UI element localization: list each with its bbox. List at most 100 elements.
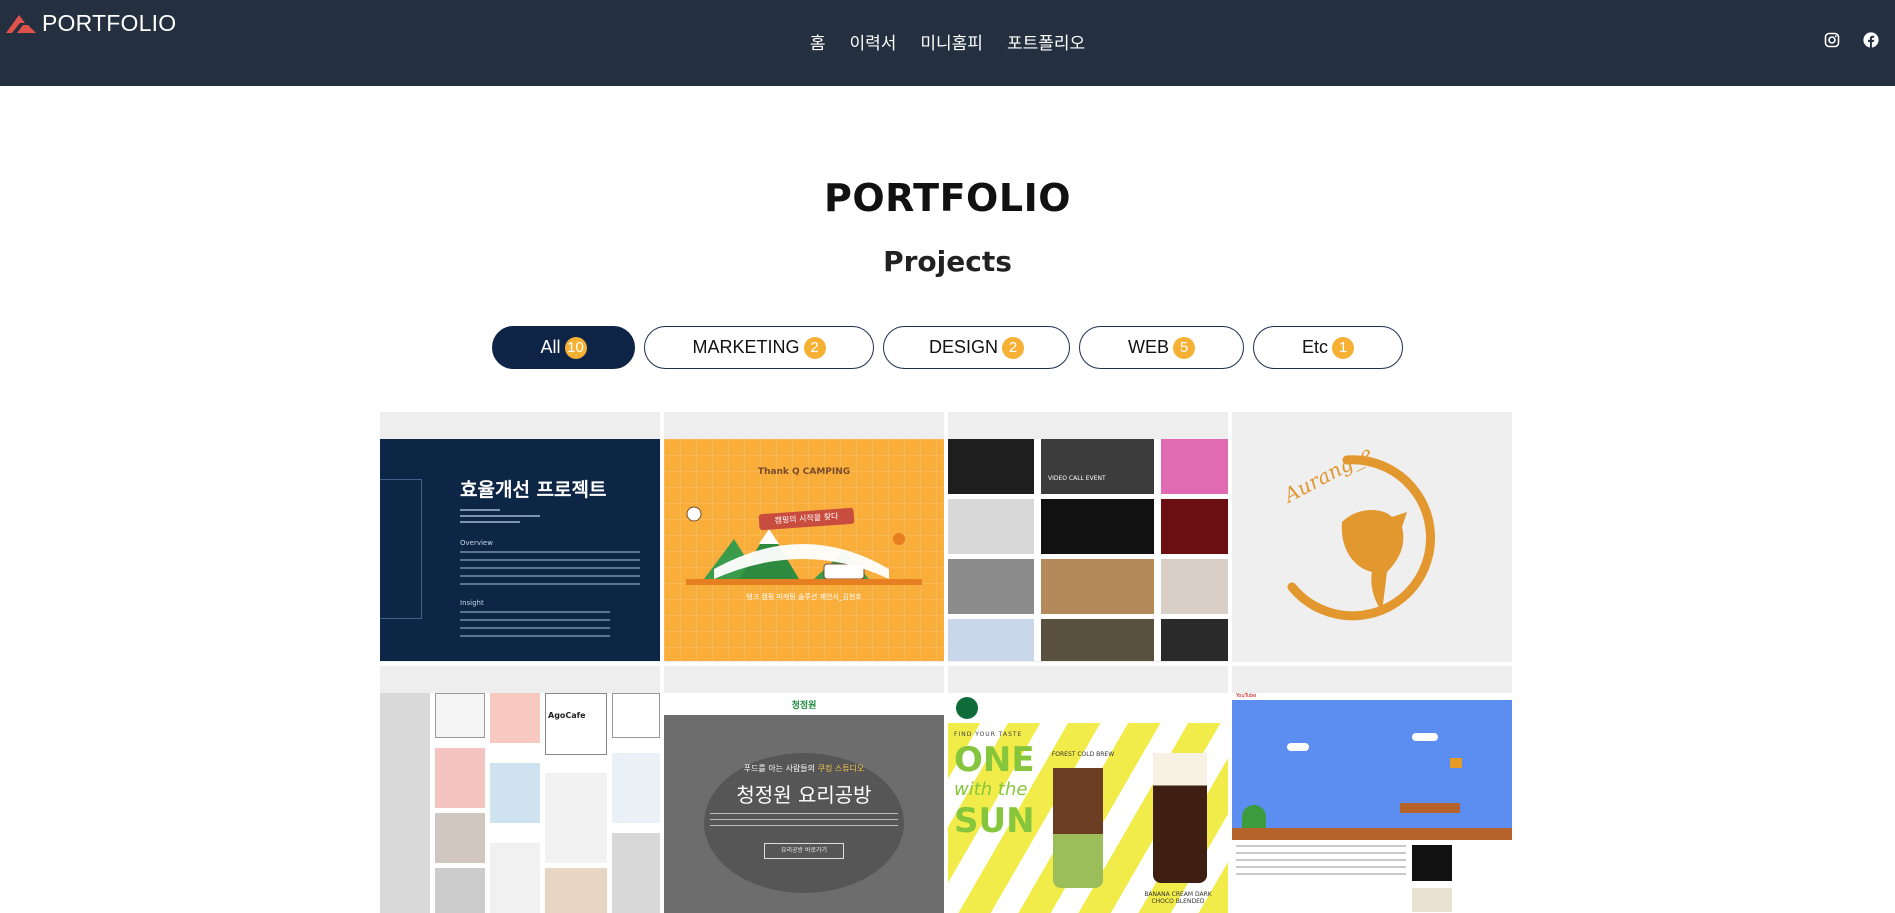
hill xyxy=(1242,805,1266,828)
photo-tile xyxy=(435,693,485,738)
nav-resume[interactable]: 이력서 xyxy=(849,29,896,54)
facebook-icon[interactable] xyxy=(1863,32,1879,48)
photo-tile xyxy=(612,833,660,913)
poster-tile xyxy=(1161,619,1228,661)
filter-label: DESIGN xyxy=(928,337,998,357)
project-card-starbucks[interactable]: FIND YOUR TASTE ONE with the SUN FOREST … xyxy=(948,666,1228,913)
filter-label: Etc xyxy=(1301,337,1328,357)
project-card-agocafe[interactable]: AgoCafe xyxy=(380,666,660,913)
headline-line-2: with the xyxy=(954,779,1028,800)
social-links xyxy=(1824,32,1879,48)
nav-portfolio[interactable]: 포트폴리오 xyxy=(1007,29,1085,54)
project-card-efficiency[interactable]: 효율개선 프로젝트 Overview Insight xyxy=(380,412,660,662)
project-thumbnail: AgoCafe xyxy=(380,693,660,913)
project-card-logo[interactable]: Aurang_e xyxy=(1232,412,1512,662)
project-thumbnail: VIDEO CALL EVENT xyxy=(948,439,1228,661)
tagline-highlight: 쿠킹 스튜디오 xyxy=(817,764,865,773)
brand-name: 청정원 xyxy=(791,701,817,711)
photo-tile xyxy=(435,813,485,863)
drink-cup xyxy=(1053,768,1103,888)
page-title: PORTFOLIO xyxy=(823,176,1072,220)
poster-tile xyxy=(948,559,1034,614)
filter-all[interactable]: All 10 xyxy=(492,326,635,369)
photo-tile xyxy=(545,693,607,755)
brick-row xyxy=(1400,803,1460,813)
filter-web[interactable]: WEB 5 xyxy=(1079,326,1244,369)
project-thumbnail: Thank Q CAMPING 캠핑의 시작을 찾다 탱크 캠핑 마케팅 솔루션… xyxy=(664,439,944,661)
cloud xyxy=(1412,733,1438,741)
filter-bar: All 10 MARKETING 2 DESIGN 2 WEB 5 Etc 1 xyxy=(492,326,1403,369)
project-caption: 탱크 캠핑 마케팅 솔루션 제안서_김현호 xyxy=(746,593,862,601)
instagram-icon[interactable] xyxy=(1824,32,1840,48)
filter-design[interactable]: DESIGN 2 xyxy=(883,326,1070,369)
project-heading: 청정원 요리공방 xyxy=(736,783,872,807)
game-screen xyxy=(1232,700,1512,840)
divider xyxy=(460,521,520,523)
count-badge: 5 xyxy=(1173,336,1195,359)
project-card-cheongjeongwon[interactable]: 청정원 푸드를 아는 사람들의 쿠킹 스튜디오 청정원 요리공방 요리공방 바로… xyxy=(664,666,944,913)
tagline: 푸드를 아는 사람들의 쿠킹 스튜디오 xyxy=(664,763,944,774)
filter-etc[interactable]: Etc 1 xyxy=(1253,326,1403,369)
related-thumbnail xyxy=(1412,888,1452,912)
photo-tile xyxy=(545,773,607,863)
project-thumbnail: 청정원 푸드를 아는 사람들의 쿠킹 스튜디오 청정원 요리공방 요리공방 바로… xyxy=(664,693,944,913)
product-label: BANANA CREAM DARK CHOCO BLENDED xyxy=(1144,891,1212,905)
tagline: FIND YOUR TASTE xyxy=(954,731,1023,738)
poster-tile xyxy=(1161,439,1228,494)
page-subtitle: Projects xyxy=(883,245,1012,278)
project-heading: 효율개선 프로젝트 xyxy=(460,479,607,501)
question-block xyxy=(1450,758,1462,768)
cta-button: 요리공방 바로가기 xyxy=(764,843,844,859)
photo-tile xyxy=(545,868,607,913)
drink-cup xyxy=(1153,753,1207,883)
nav-home[interactable]: 홈 xyxy=(810,29,826,54)
divider xyxy=(460,515,540,517)
poster-tile xyxy=(948,499,1034,554)
site-header: PORTFOLIO 홈 이력서 미니홈피 포트폴리오 xyxy=(0,0,1895,86)
tagline-text: 푸드를 아는 사람들의 xyxy=(743,764,816,773)
text-lines xyxy=(460,611,610,643)
project-heading: Thank Q CAMPING xyxy=(757,467,851,477)
photo-column xyxy=(380,693,430,913)
poster-tile xyxy=(1161,559,1228,614)
project-thumbnail: 효율개선 프로젝트 Overview Insight xyxy=(380,439,660,661)
main-nav: 홈 이력서 미니홈피 포트폴리오 xyxy=(0,29,1895,54)
ground xyxy=(1232,828,1512,840)
project-card-youtube[interactable]: YouTube xyxy=(1232,666,1512,913)
poster-caption: VIDEO CALL EVENT xyxy=(1048,475,1106,482)
filter-label: MARKETING xyxy=(692,337,800,357)
headline-line-3: SUN xyxy=(954,801,1035,841)
filter-marketing[interactable]: MARKETING 2 xyxy=(644,326,874,369)
filter-label: All xyxy=(540,337,561,357)
poster-tile xyxy=(1041,559,1154,614)
poster-tile xyxy=(948,439,1034,494)
poster-tile xyxy=(1161,499,1228,554)
headline-line-1: ONE xyxy=(954,740,1035,780)
related-thumbnail xyxy=(1412,845,1452,881)
decorative-numeral xyxy=(380,479,422,619)
cloud xyxy=(1287,743,1309,751)
photo-tile xyxy=(490,693,540,743)
poster-tile xyxy=(948,619,1034,661)
youtube-header xyxy=(1232,693,1512,699)
photo-tile xyxy=(490,763,540,823)
project-card-video-call[interactable]: VIDEO CALL EVENT xyxy=(948,412,1228,662)
count-badge: 2 xyxy=(803,336,826,359)
nav-minihompy[interactable]: 미니홈피 xyxy=(920,29,983,54)
photo-tile xyxy=(490,843,540,913)
count-badge: 1 xyxy=(1332,336,1354,359)
project-card-camping[interactable]: Thank Q CAMPING 캠핑의 시작을 찾다 탱크 캠핑 마케팅 솔루션… xyxy=(664,412,944,662)
photo-tile xyxy=(612,693,660,738)
count-badge: 2 xyxy=(1002,336,1024,359)
product-label: FOREST COLD BREW xyxy=(1051,751,1115,758)
photo-tile xyxy=(435,868,485,913)
photo-tile xyxy=(435,748,485,808)
divider xyxy=(460,509,500,511)
brand-label: AgoCafe xyxy=(548,711,586,720)
poster-tile xyxy=(1041,499,1154,554)
filter-label: WEB xyxy=(1127,337,1169,357)
video-details xyxy=(1236,845,1406,875)
project-thumbnail: FIND YOUR TASTE ONE with the SUN FOREST … xyxy=(948,693,1228,913)
section-label: Overview xyxy=(460,539,493,547)
poster-tile xyxy=(1041,439,1154,494)
